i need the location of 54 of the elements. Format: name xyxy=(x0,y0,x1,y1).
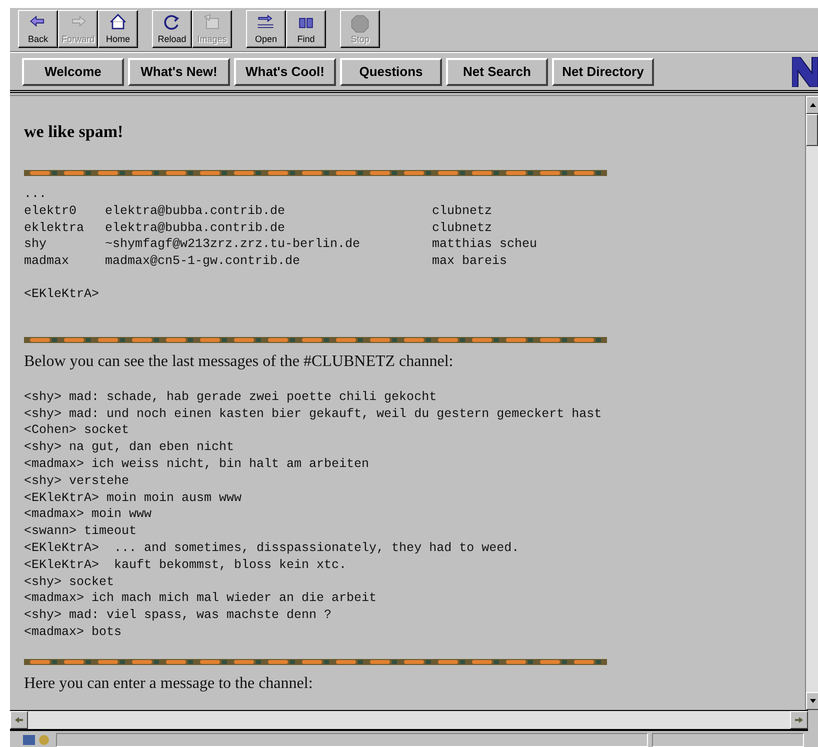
scroll-up-button[interactable] xyxy=(806,96,818,114)
listing-text: madmax xyxy=(24,253,70,270)
toolbar-button[interactable]: Back xyxy=(18,10,58,48)
chat-message: <EKleKtrA> kauft bekommst, bloss kein xtc. xyxy=(24,556,348,574)
page-heading: we like spam! xyxy=(24,122,124,142)
chat-message: <Cohen> socket xyxy=(24,422,130,440)
chat-message: <madmax> moin www xyxy=(24,506,153,524)
stop-icon xyxy=(349,12,371,34)
chat-message: <shy> mad: schade, hab gerade zwei poette chili gekocht xyxy=(24,388,438,406)
paragraph: Below you can see the last messages of the #CLUBNETZ channel: xyxy=(24,352,454,371)
paragraph: Here you can enter a message to the channel: xyxy=(24,674,314,693)
chat-message: <shy> verstehe xyxy=(24,472,130,490)
listing-text: elektra@bubba.contrib.de xyxy=(105,202,286,220)
toolbar-button[interactable]: Open xyxy=(246,10,286,48)
toolbar-button[interactable]: Find xyxy=(286,10,326,48)
listing-text: ~shymfagf@w213zrz.zrz.tu-berlin.de xyxy=(105,236,362,254)
down-arrow-icon xyxy=(810,699,816,703)
listing-text: clubnetz xyxy=(432,220,494,236)
chat-message: <madmax> ich mach mich mal wieder an die arbeit xyxy=(24,590,378,608)
chat-message: <madmax> bots xyxy=(24,624,123,641)
preformatted-text: ... xyxy=(24,186,48,203)
directory-button[interactable]: What's Cool! xyxy=(234,58,336,86)
chat-message: <EKleKtrA> moin moin ausm www xyxy=(24,490,243,506)
listing-text: elektra@bubba.contrib.de xyxy=(105,220,286,236)
directory-button[interactable]: Net Directory xyxy=(552,58,654,86)
toolbar-button[interactable]: Reload xyxy=(152,10,192,48)
chat-message: <swann> timeout xyxy=(24,523,138,540)
chat-message: <shy> socket xyxy=(24,574,116,590)
chat-message: <EKleKtrA> ... and sometimes, disspassionately, they had to weed. xyxy=(24,540,520,557)
logo-icon xyxy=(792,56,818,86)
listing-text: madmax@cn5-1-gw.contrib.de xyxy=(105,253,302,270)
preformatted-text: <EKleKtrA> xyxy=(24,286,100,303)
listing-text: shy xyxy=(24,236,48,254)
scroll-down-button[interactable] xyxy=(806,692,818,710)
scroll-left-button[interactable] xyxy=(10,711,28,729)
chat-message: <shy> na gut, dan eben nicht xyxy=(24,439,236,456)
left-arrow-icon xyxy=(15,717,23,723)
directory-button[interactable]: Questions xyxy=(340,58,442,86)
toolbar-button[interactable]: Home xyxy=(98,10,138,48)
listing-text: clubnetz xyxy=(432,202,494,220)
listing-text: elektr0 xyxy=(24,202,78,220)
directory-button[interactable]: What's New! xyxy=(128,58,230,86)
up-arrow-icon xyxy=(810,103,816,107)
listing-text: max bareis xyxy=(432,253,508,270)
directory-button[interactable]: Welcome xyxy=(22,58,124,86)
chat-message: <madmax> ich weiss nicht, bin halt am arbeiten xyxy=(24,456,370,473)
scroll-right-button[interactable] xyxy=(790,711,808,729)
scroll-thumb[interactable] xyxy=(806,114,818,146)
listing-text: matthias scheu xyxy=(432,236,538,254)
directory-button[interactable]: Net Search xyxy=(446,58,548,86)
chat-message: <shy> mad: viel spass, was machste denn ? xyxy=(24,607,333,624)
chat-message: <shy> mad: und noch einen kasten bier gekauft, weil du gestern gemeckert hast xyxy=(24,406,603,422)
listing-text: eklektra xyxy=(24,220,86,236)
right-arrow-icon xyxy=(795,717,803,723)
